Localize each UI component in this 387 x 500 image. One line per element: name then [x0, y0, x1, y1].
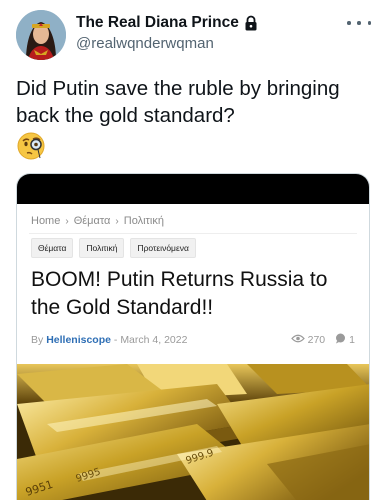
- comment-icon: [335, 333, 346, 347]
- breadcrumb-separator: ›: [65, 215, 69, 227]
- article-stats: 270 1: [290, 333, 355, 347]
- divider: [29, 233, 357, 234]
- avatar-image: [16, 10, 66, 60]
- breadcrumb-home: Home: [31, 215, 61, 227]
- display-name-row: The Real Diana Prince: [76, 14, 258, 32]
- breadcrumb-politics: Πολιτική: [123, 215, 164, 227]
- eye-icon: [290, 334, 305, 346]
- display-name[interactable]: The Real Diana Prince: [76, 14, 239, 32]
- breadcrumb: Home › Θέματα › Πολιτική: [31, 215, 164, 227]
- author-info: The Real Diana Prince @realwqnderwqman: [76, 14, 258, 52]
- tweet-text: Did Putin save the ruble by bringing bac…: [16, 77, 340, 127]
- tag-list: Θέματα Πολιτική Προτεινόμενα: [31, 238, 196, 258]
- tag-featured: Προτεινόμενα: [130, 238, 196, 258]
- views-stat: 270: [290, 334, 326, 346]
- breadcrumb-separator: ›: [115, 215, 119, 227]
- article-date: March 4, 2022: [120, 334, 188, 346]
- handle[interactable]: @realwqnderwqman: [76, 35, 258, 52]
- article-author: Helleniscope: [46, 334, 111, 346]
- article-title: BOOM! Putin Returns Russia to the Gold S…: [31, 268, 328, 319]
- tweet-header: The Real Diana Prince @realwqnderwqman: [16, 10, 371, 60]
- breadcrumb-topics: Θέματα: [73, 215, 111, 227]
- face-with-monocle-emoji: [16, 131, 46, 161]
- byline-date-separator: -: [113, 334, 118, 346]
- tag-topics: Θέματα: [31, 238, 74, 258]
- lock-icon: [244, 15, 258, 31]
- tag-politics: Πολιτική: [79, 238, 125, 258]
- avatar[interactable]: [16, 10, 66, 60]
- byline-prefix: By: [31, 334, 44, 346]
- comments-count: 1: [349, 334, 355, 346]
- views-count: 270: [307, 334, 326, 346]
- comments-stat: 1: [335, 333, 355, 347]
- byline: By Helleniscope - March 4, 2022: [31, 334, 187, 346]
- gold-bars-image: 9995 999.9 9951: [17, 364, 369, 500]
- more-icon[interactable]: [347, 14, 371, 32]
- image-top-bar: [17, 174, 369, 204]
- article-screenshot[interactable]: Home › Θέματα › Πολιτική Θέματα Πολιτική…: [16, 173, 370, 500]
